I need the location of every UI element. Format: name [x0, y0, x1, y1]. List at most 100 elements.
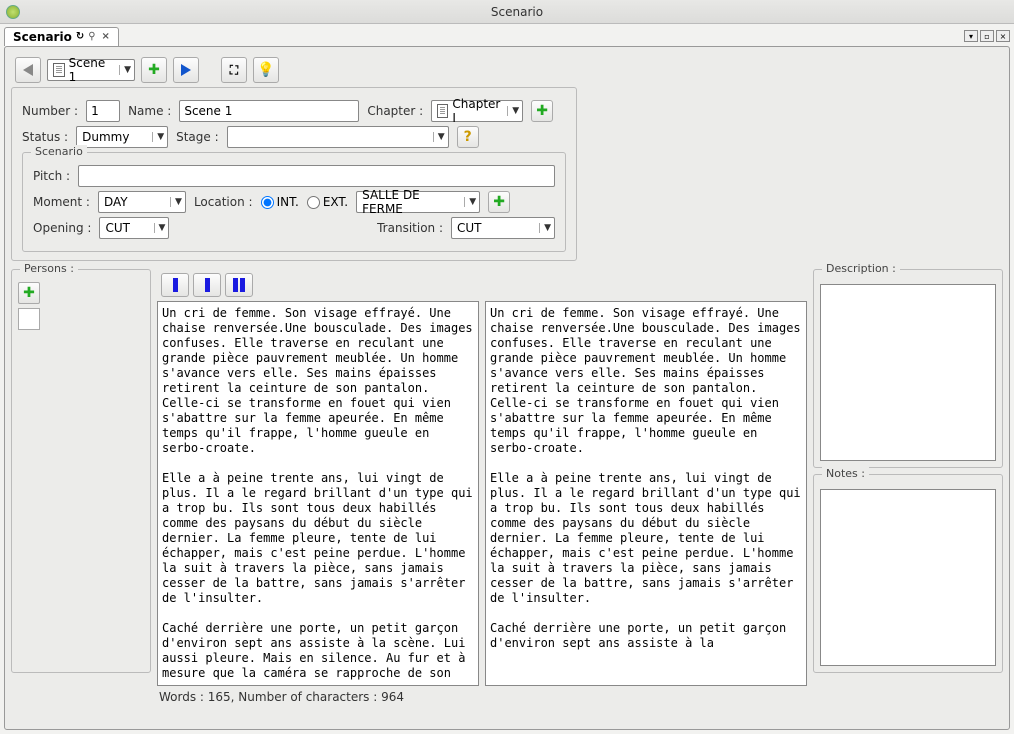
name-field[interactable] — [179, 100, 359, 122]
scene-form: Number : Name : Chapter : Chapter I ▼ ✚ … — [11, 87, 577, 261]
fullscreen-button[interactable]: ⛶ — [221, 57, 247, 83]
window-close-button[interactable] — [6, 5, 20, 19]
persons-label: Persons : — [20, 262, 78, 275]
pin-icon[interactable]: ⚲ — [88, 31, 95, 42]
bulb-icon: 💡 — [257, 62, 274, 78]
description-box[interactable] — [820, 284, 996, 461]
int-radio-label: INT. — [277, 195, 299, 209]
notes-group: Notes : — [813, 474, 1003, 673]
status-label: Status : — [22, 130, 68, 144]
editor-column: Un cri de femme. Son visage effrayé. Une… — [157, 269, 807, 673]
two-column-button[interactable] — [225, 273, 253, 297]
main-panel: Scene 1 ▼ ✚ ⛶ 💡 Number : Name : Chapter … — [4, 46, 1010, 730]
stage-help-button[interactable]: ? — [457, 126, 479, 148]
pitch-field[interactable] — [78, 165, 555, 187]
int-radio[interactable]: INT. — [261, 195, 299, 209]
scenario-group: Scenario Pitch : Moment : DAY ▼ Location… — [22, 152, 566, 252]
chevron-down-icon: ▼ — [507, 106, 519, 116]
chevron-down-icon: ▼ — [119, 65, 131, 75]
plus-icon: ✚ — [536, 103, 548, 119]
scenario-group-title: Scenario — [31, 145, 87, 158]
tab-bar: Scenario ↻ ⚲ × ▾ ▫ × — [0, 24, 1014, 46]
add-location-button[interactable]: ✚ — [488, 191, 510, 213]
location-label: Location : — [194, 195, 253, 209]
chevron-down-icon: ▼ — [464, 197, 476, 207]
notes-label: Notes : — [822, 467, 869, 480]
location-selector[interactable]: SALLE DE FERME ▼ — [356, 191, 480, 213]
play-icon — [181, 64, 191, 76]
status-value: Dummy — [82, 130, 129, 144]
moment-value: DAY — [104, 195, 128, 209]
tab-scenario[interactable]: Scenario ↻ ⚲ × — [4, 27, 119, 46]
plus-icon: ✚ — [23, 285, 35, 301]
number-label: Number : — [22, 104, 78, 118]
opening-value: CUT — [105, 221, 130, 235]
add-person-button[interactable]: ✚ — [18, 282, 40, 304]
status-selector[interactable]: Dummy ▼ — [76, 126, 168, 148]
single-column-button[interactable] — [161, 273, 189, 297]
idea-button[interactable]: 💡 — [253, 57, 279, 83]
scene-selector[interactable]: Scene 1 ▼ — [47, 59, 135, 81]
plus-icon: ✚ — [493, 194, 505, 210]
moment-label: Moment : — [33, 195, 90, 209]
add-chapter-button[interactable]: ✚ — [531, 100, 553, 122]
column-icon — [173, 278, 178, 292]
chapter-selector[interactable]: Chapter I ▼ — [431, 100, 523, 122]
column-icon — [205, 278, 210, 292]
stage-selector[interactable]: ▼ — [227, 126, 449, 148]
reload-icon[interactable]: ↻ — [76, 31, 84, 42]
play-button[interactable] — [173, 57, 199, 83]
opening-selector[interactable]: CUT ▼ — [99, 217, 169, 239]
transition-value: CUT — [457, 221, 482, 235]
chapter-label: Chapter : — [367, 104, 423, 118]
chevron-left-icon — [23, 64, 33, 76]
plus-icon: ✚ — [148, 62, 160, 78]
pitch-label: Pitch : — [33, 169, 70, 183]
ext-radio[interactable]: EXT. — [307, 195, 348, 209]
location-value: SALLE DE FERME — [362, 188, 464, 216]
chapter-value: Chapter I — [452, 97, 503, 125]
add-scene-button[interactable]: ✚ — [141, 57, 167, 83]
scene-selector-label: Scene 1 — [69, 56, 115, 84]
name-label: Name : — [128, 104, 171, 118]
single-column-alt-button[interactable] — [193, 273, 221, 297]
close-icon[interactable]: × — [102, 31, 110, 42]
help-icon: ? — [464, 129, 472, 145]
column-icon — [233, 278, 238, 292]
text-pane-left[interactable]: Un cri de femme. Son visage effrayé. Une… — [157, 301, 479, 686]
transition-label: Transition : — [377, 221, 443, 235]
main-toolbar: Scene 1 ▼ ✚ ⛶ 💡 — [11, 53, 1003, 87]
description-group: Description : — [813, 269, 1003, 468]
stage-label: Stage : — [176, 130, 219, 144]
back-button[interactable] — [15, 57, 41, 83]
window-titlebar: Scenario — [0, 0, 1014, 24]
ext-radio-label: EXT. — [323, 195, 348, 209]
text-pane-right[interactable]: Un cri de femme. Son visage effrayé. Une… — [485, 301, 807, 686]
status-line: Words : 165, Number of characters : 964 — [157, 686, 807, 708]
document-icon — [53, 63, 65, 77]
number-field[interactable] — [86, 100, 120, 122]
editor-toolbar — [157, 269, 807, 301]
fullscreen-icon: ⛶ — [230, 63, 238, 78]
transition-selector[interactable]: CUT ▼ — [451, 217, 555, 239]
moment-selector[interactable]: DAY ▼ — [98, 191, 186, 213]
chevron-down-icon: ▼ — [433, 132, 445, 142]
description-label: Description : — [822, 262, 900, 275]
chevron-down-icon: ▼ — [152, 132, 164, 142]
tab-label: Scenario — [13, 30, 72, 44]
panel-close-button[interactable]: × — [996, 30, 1010, 42]
opening-label: Opening : — [33, 221, 91, 235]
ext-radio-input[interactable] — [307, 196, 320, 209]
int-radio-input[interactable] — [261, 196, 274, 209]
panel-max-button[interactable]: ▫ — [980, 30, 994, 42]
document-icon — [437, 104, 448, 118]
chevron-down-icon: ▼ — [170, 197, 182, 207]
panel-min-button[interactable]: ▾ — [964, 30, 978, 42]
person-slot[interactable] — [18, 308, 40, 330]
chevron-down-icon: ▼ — [539, 223, 551, 233]
notes-box[interactable] — [820, 489, 996, 666]
chevron-down-icon: ▼ — [154, 223, 166, 233]
persons-group: Persons : ✚ — [11, 269, 151, 673]
column-icon — [240, 278, 245, 292]
window-title: Scenario — [20, 5, 1014, 19]
